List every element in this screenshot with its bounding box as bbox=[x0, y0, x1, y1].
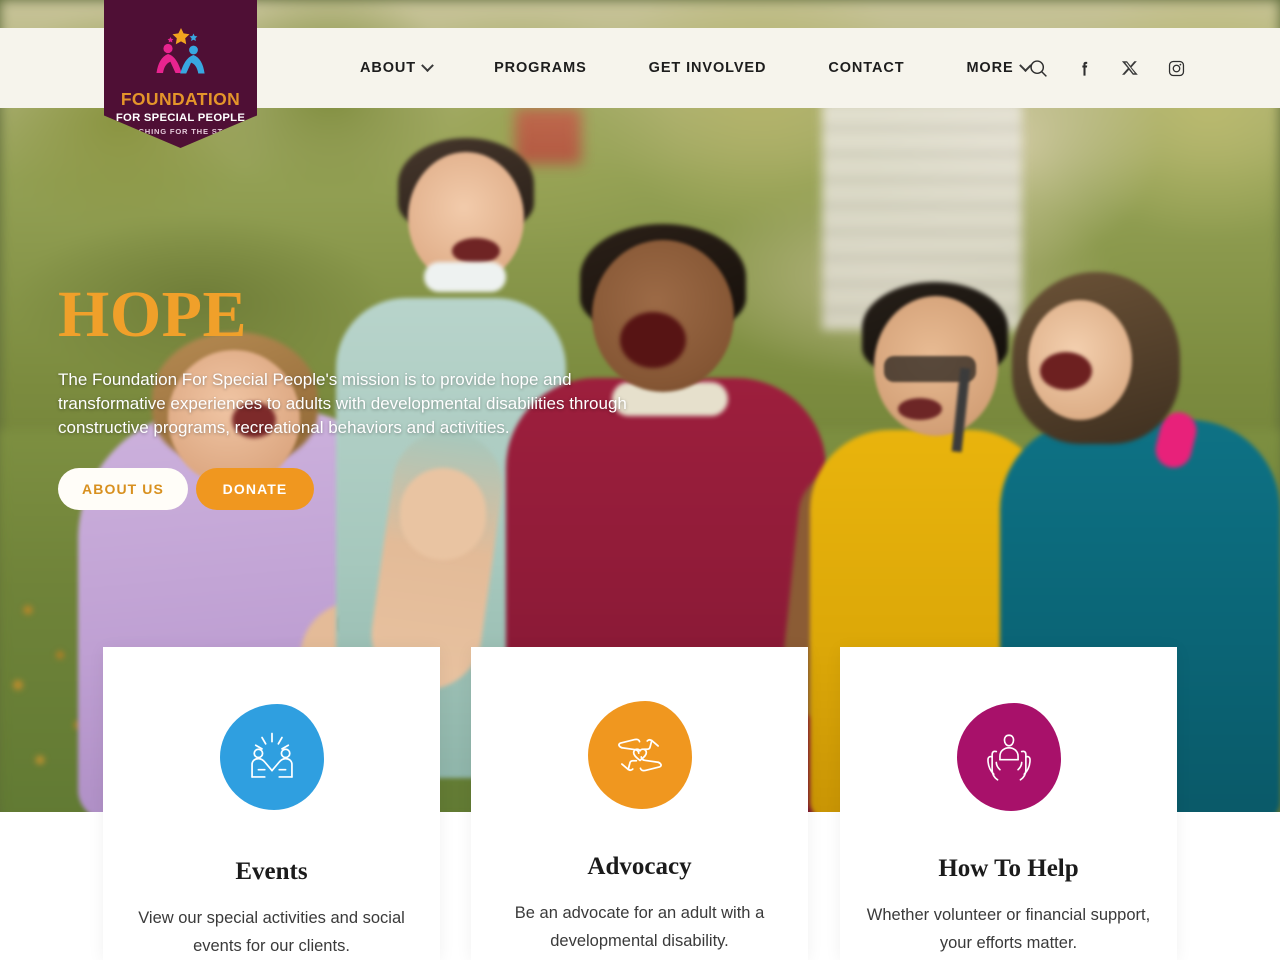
feature-card-events[interactable]: Events View our special activities and s… bbox=[103, 647, 440, 960]
nav-item-label: ABOUT bbox=[360, 60, 417, 76]
photo-person-yellow-mouth bbox=[898, 398, 942, 420]
logo-wordmark: FOUNDATION bbox=[120, 89, 241, 109]
header-actions bbox=[1026, 28, 1188, 108]
search-icon[interactable] bbox=[1026, 56, 1050, 80]
events-blob bbox=[219, 704, 324, 810]
logo-figures-icon bbox=[145, 26, 217, 83]
nav-item-label: CONTACT bbox=[828, 60, 905, 76]
facebook-icon[interactable] bbox=[1072, 56, 1096, 80]
how-to-help-blob bbox=[956, 703, 1061, 811]
feature-card-advocacy[interactable]: Advocacy Be an advocate for an adult wit… bbox=[471, 647, 808, 960]
instagram-icon[interactable] bbox=[1164, 56, 1188, 80]
photo-person-teal-mouth bbox=[1040, 352, 1092, 390]
high-five-icon bbox=[250, 732, 293, 778]
hands-person-icon bbox=[986, 734, 1031, 781]
advocacy-blob bbox=[587, 701, 692, 809]
nav-item-label: PROGRAMS bbox=[494, 60, 587, 76]
photo-person-mint-mouth bbox=[452, 238, 500, 264]
card-description: Whether volunteer or financial support, … bbox=[866, 906, 1151, 952]
hero-buttons: ABOUT US DONATE bbox=[58, 468, 678, 510]
donate-button[interactable]: DONATE bbox=[196, 468, 314, 510]
card-description: Be an advocate for an adult with a devel… bbox=[514, 904, 765, 950]
card-description: View our special activities and social e… bbox=[138, 909, 405, 955]
card-title: How To Help bbox=[938, 855, 1079, 882]
nav-item-label: MORE bbox=[966, 60, 1014, 76]
hero-description: The Foundation For Special People's miss… bbox=[58, 370, 627, 437]
logo-subtitle: FOR SPECIAL PEOPLE bbox=[115, 112, 246, 124]
page-root: ABOUT PROGRAMS GET INVOLVED CONTACT MORE bbox=[0, 0, 1280, 960]
nav-item-label: GET INVOLVED bbox=[648, 60, 767, 76]
x-twitter-icon[interactable] bbox=[1118, 56, 1142, 80]
primary-navigation: ABOUT PROGRAMS GET INVOLVED CONTACT MORE bbox=[340, 28, 1050, 108]
nav-item-about[interactable]: ABOUT bbox=[340, 58, 452, 76]
feature-card-how-to-help[interactable]: How To Help Whether volunteer or financi… bbox=[840, 647, 1177, 960]
hands-heart-icon bbox=[617, 738, 662, 772]
hero-content: HOPE The Foundation For Special People's… bbox=[58, 282, 678, 510]
photo-red-sign bbox=[515, 108, 581, 164]
about-us-button[interactable]: ABOUT US bbox=[58, 468, 188, 510]
nav-item-get-involved[interactable]: GET INVOLVED bbox=[629, 60, 787, 76]
card-title: Events bbox=[235, 858, 308, 885]
card-title: Advocacy bbox=[587, 853, 692, 880]
nav-item-programs[interactable]: PROGRAMS bbox=[474, 60, 607, 76]
chevron-down-icon bbox=[421, 58, 434, 72]
nav-item-contact[interactable]: CONTACT bbox=[808, 60, 924, 76]
hero-title: HOPE bbox=[58, 278, 248, 351]
